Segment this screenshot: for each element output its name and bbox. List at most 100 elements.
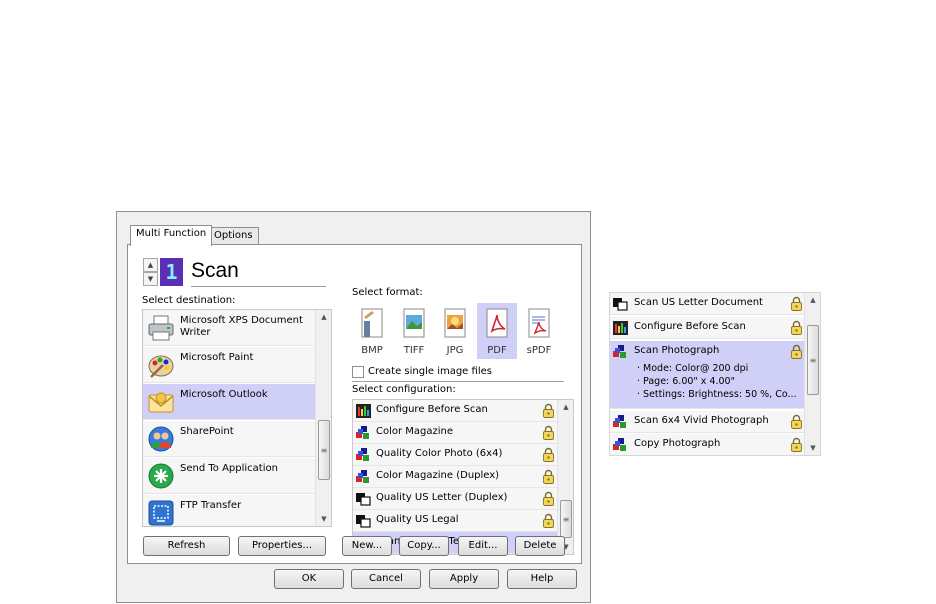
configuration-item[interactable]: Color Magazine (Duplex) — [353, 466, 558, 488]
jpg-file-icon — [444, 308, 466, 338]
destination-label: FTP Transfer — [180, 500, 242, 511]
select-destination-label: Select destination: — [142, 295, 236, 306]
help-button[interactable]: Help — [507, 569, 577, 589]
refresh-button[interactable]: Refresh — [143, 536, 230, 556]
multi-function-panel: ▲ ▼ 1 Scan Select destination: Microsoft… — [127, 244, 582, 564]
configuration-item[interactable]: Color Magazine — [353, 422, 558, 444]
configuration-item[interactable]: Quality US Letter (Duplex) — [353, 488, 558, 510]
color-scan-icon — [356, 426, 371, 440]
spinner-down-button[interactable]: ▼ — [143, 272, 158, 286]
lock-icon — [791, 344, 802, 359]
destination-item-sharepoint[interactable]: SharePoint — [143, 421, 315, 457]
color-scan-icon — [356, 470, 371, 484]
destination-item-ftp-transfer[interactable]: FTP Transfer — [143, 495, 315, 526]
format-label: BMP — [361, 345, 383, 356]
configuration-label: Quality Color Photo (6x4) — [376, 448, 503, 459]
lock-icon — [791, 320, 802, 335]
outlook-icon — [148, 392, 174, 413]
format-tiff[interactable]: TIFF — [394, 303, 434, 359]
edit-button[interactable]: Edit... — [458, 536, 508, 556]
scroll-thumb[interactable]: ≡ — [807, 325, 819, 395]
tab-multi-function[interactable]: Multi Function — [130, 225, 213, 246]
bw-scan-icon — [356, 492, 371, 506]
configuration-label: Scan US Letter Document — [634, 297, 763, 308]
scroll-up-icon[interactable]: ▲ — [316, 310, 331, 324]
tab-options[interactable]: Options — [208, 227, 259, 245]
cancel-button[interactable]: Cancel — [351, 569, 421, 589]
scroll-thumb[interactable]: ≡ — [318, 420, 330, 480]
side-configuration-item[interactable]: Configure Before Scan — [610, 317, 806, 339]
scroll-up-icon[interactable]: ▲ — [558, 400, 573, 414]
lock-icon — [543, 403, 554, 418]
side-configuration-item[interactable]: Scan 6x4 Vivid Photograph — [610, 411, 806, 433]
spinner-up-button[interactable]: ▲ — [143, 258, 158, 272]
side-configuration-item[interactable]: Scan US Letter Document — [610, 293, 806, 315]
destination-item-xps[interactable]: Microsoft XPS Document Writer — [143, 310, 315, 346]
side-configuration-item[interactable]: Copy Photograph — [610, 434, 806, 455]
configuration-item[interactable]: Configure Before Scan — [353, 400, 558, 422]
single-image-checkbox[interactable] — [352, 366, 364, 378]
configuration-label: Color Magazine — [376, 426, 454, 437]
apply-button[interactable]: Apply — [429, 569, 499, 589]
destination-label: SharePoint — [180, 426, 234, 437]
scroll-thumb[interactable]: ≡ — [560, 500, 572, 538]
new-button[interactable]: New... — [342, 536, 392, 556]
destination-label: Microsoft XPS Document Writer — [180, 315, 303, 338]
configuration-list[interactable]: Configure Before Scan Color Magazine Qua… — [352, 399, 574, 555]
side-panel-scrollbar[interactable]: ▲ ≡ ▼ — [804, 293, 820, 455]
format-label: JPG — [446, 345, 464, 356]
color-scan-icon — [613, 345, 628, 359]
single-image-label: Create single image files — [368, 366, 492, 377]
configuration-label: Color Magazine (Duplex) — [376, 470, 500, 481]
format-label: TIFF — [403, 345, 425, 356]
configuration-label: Quality US Letter (Duplex) — [376, 492, 508, 503]
format-jpg[interactable]: JPG — [435, 303, 475, 359]
multi-function-dialog: Multi Function Options ▲ ▼ 1 Scan Select… — [116, 211, 591, 603]
format-spdf[interactable]: sPDF — [519, 303, 559, 359]
ok-button[interactable]: OK — [274, 569, 344, 589]
configuration-label: Configure Before Scan — [376, 404, 488, 415]
destination-label: Send To Application — [180, 463, 278, 474]
button-number-display: 1 — [160, 258, 183, 286]
configuration-item[interactable]: Quality Color Photo (6x4) — [353, 444, 558, 466]
destination-label: Microsoft Paint — [180, 352, 254, 363]
config-detail-mode: · Mode: Color@ 200 dpi — [637, 363, 749, 374]
bmp-file-icon — [361, 308, 383, 338]
format-label: sPDF — [526, 345, 552, 356]
configuration-label: Configure Before Scan — [634, 321, 746, 332]
bw-scan-icon — [613, 297, 628, 311]
configuration-label: Copy Photograph — [634, 438, 721, 449]
configuration-label: Scan Photograph — [634, 345, 720, 356]
side-configuration-item-expanded[interactable]: Scan Photograph · Mode: Color@ 200 dpi ·… — [610, 341, 806, 409]
properties-button[interactable]: Properties... — [238, 536, 326, 556]
delete-button[interactable]: Delete — [515, 536, 565, 556]
configuration-label: Scan 6x4 Vivid Photograph — [634, 415, 769, 426]
configure-icon — [356, 404, 371, 418]
scan-title: Scan — [191, 257, 326, 287]
lock-icon — [543, 513, 554, 528]
configuration-scrollbar[interactable]: ▲ ≡ ▼ — [557, 400, 573, 554]
scroll-down-icon[interactable]: ▼ — [805, 441, 820, 455]
configuration-item[interactable]: Quality US Legal — [353, 510, 558, 532]
destination-item-send-to-application[interactable]: Send To Application — [143, 458, 315, 494]
destination-item-outlook[interactable]: Microsoft Outlook — [143, 384, 315, 420]
counter-spinner[interactable]: ▲ ▼ — [143, 258, 158, 286]
color-scan-icon — [613, 438, 628, 452]
send-to-application-icon — [148, 463, 174, 489]
destination-item-paint[interactable]: Microsoft Paint — [143, 347, 315, 383]
destination-scrollbar[interactable]: ▲ ≡ ▼ — [315, 310, 331, 526]
sharepoint-icon — [148, 426, 174, 452]
ftp-transfer-icon — [148, 500, 174, 526]
lock-icon — [791, 296, 802, 311]
color-scan-icon — [356, 448, 371, 462]
lock-icon — [543, 447, 554, 462]
scroll-up-icon[interactable]: ▲ — [805, 293, 820, 307]
format-bmp[interactable]: BMP — [352, 303, 392, 359]
format-pdf[interactable]: PDF — [477, 303, 517, 359]
configuration-detail-list[interactable]: Scan US Letter Document Configure Before… — [609, 292, 821, 456]
copy-button[interactable]: Copy... — [399, 536, 449, 556]
scroll-down-icon[interactable]: ▼ — [316, 512, 331, 526]
configuration-label: Quality US Legal — [376, 514, 459, 525]
tiff-file-icon — [403, 308, 425, 338]
destination-list[interactable]: Microsoft XPS Document Writer Microsoft … — [142, 309, 332, 527]
